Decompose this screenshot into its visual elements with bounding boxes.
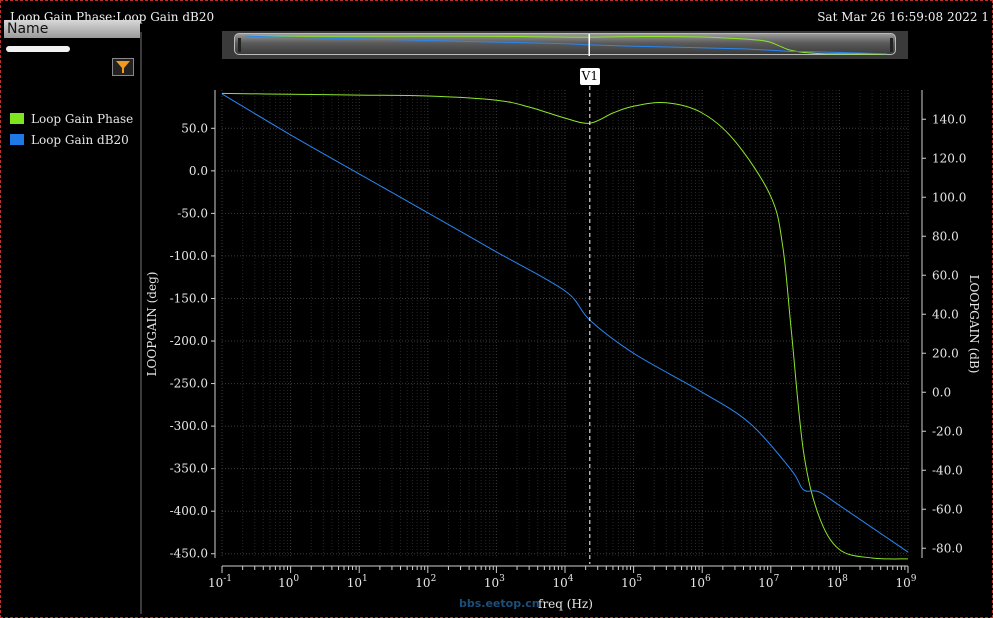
y-left-tick-label: -250.0	[170, 377, 208, 391]
marker-label[interactable]: V1	[579, 68, 600, 85]
y-right-tick-label: 120.0	[932, 151, 966, 165]
y-right-tick-label: -60.0	[932, 502, 963, 516]
y-left-tick-label: -300.0	[170, 419, 208, 433]
y-left-tick-label: 50.0	[181, 121, 208, 135]
watermark: bbs.eetop.cn	[459, 597, 540, 610]
x-tick-label: 10-1	[208, 574, 232, 590]
x-tick-label: 105	[621, 574, 642, 590]
y-right-tick-label: 100.0	[932, 190, 966, 204]
y-left-tick-label: -350.0	[170, 462, 208, 476]
x-tick-label: 102	[415, 574, 436, 590]
x-tick-label: 108	[827, 574, 848, 590]
y-left-tick-label: 0.0	[189, 164, 208, 178]
x-tick-label: 100	[278, 574, 299, 590]
y-left-tick-label: -100.0	[170, 249, 208, 263]
y-right-tick-label: 0.0	[932, 385, 951, 399]
x-tick-label: 106	[690, 574, 711, 590]
y-right-tick-label: -40.0	[932, 463, 963, 477]
y-right-tick-label: -20.0	[932, 424, 963, 438]
y-right-tick-label: -80.0	[932, 541, 963, 555]
y-left-tick-label: -150.0	[170, 291, 208, 305]
y-left-tick-label: -200.0	[170, 334, 208, 348]
x-tick-label: 109	[895, 574, 916, 590]
y-axis-right: 140.0 120.0 100.0 80.0 60.0 40.0 20.0 0.0 -20.0 -…	[921, 90, 981, 558]
x-tick-label: 104	[552, 574, 573, 590]
y-right-tick-label: 80.0	[932, 229, 959, 243]
x-tick-label: 101	[347, 574, 368, 590]
x-axis-label: freq (Hz)	[538, 597, 593, 611]
y-left-tick-label: -450.0	[170, 547, 208, 561]
x-tick-label: 103	[484, 574, 505, 590]
y-right-tick-label: 20.0	[932, 346, 959, 360]
y-left-axis-label: LOOPGAIN (deg)	[145, 272, 159, 377]
chart-canvas: 50.0 0.0 -50.0 -100.0 -150.0 -200.0 -250.0 -300…	[145, 86, 981, 590]
y-axis-left: 50.0 0.0 -50.0 -100.0 -150.0 -200.0 -250.0 -300…	[145, 90, 216, 561]
y-right-axis-label: LOOPGAIN (dB)	[967, 275, 981, 374]
y-left-tick-label: -50.0	[177, 206, 208, 220]
y-left-tick-label: -400.0	[170, 504, 208, 518]
x-axis: 10-1 100 101 102 103 104 105 106 107 108 109	[208, 565, 917, 590]
y-right-tick-label: 40.0	[932, 307, 959, 321]
y-right-tick-label: 60.0	[932, 268, 959, 282]
x-tick-label: 107	[758, 574, 779, 590]
y-right-tick-label: 140.0	[932, 112, 966, 126]
